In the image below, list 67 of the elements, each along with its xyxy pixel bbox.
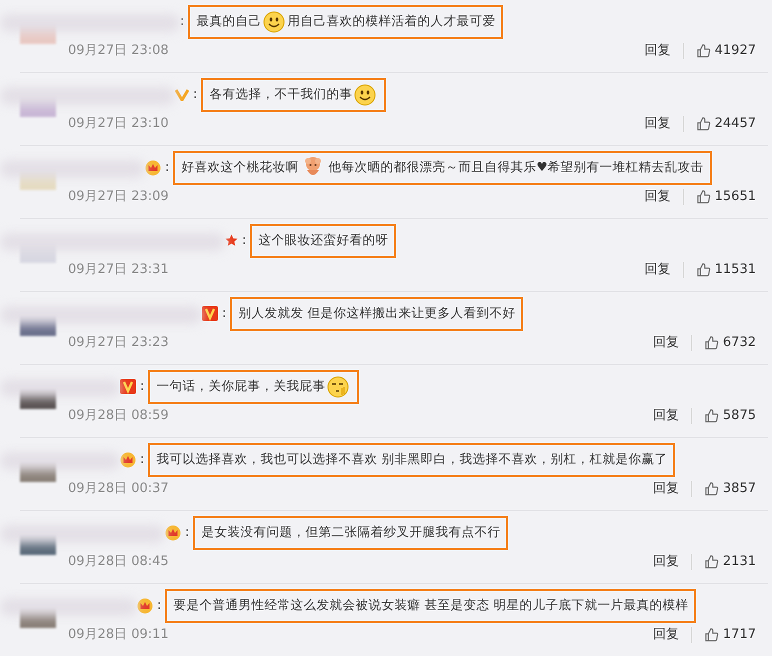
comment-text: 要是个普通男性经常这么发就会被说女装癖 甚至是变态 明星的儿子底下就一片最真的模样 <box>173 596 688 614</box>
colon: : <box>180 12 184 31</box>
colon: : <box>185 524 190 542</box>
reply-link[interactable]: 回复 <box>652 552 679 572</box>
colon: : <box>222 304 226 323</box>
smiley-icon <box>354 84 376 106</box>
reply-link[interactable]: 回复 <box>644 41 671 61</box>
smiley-icon <box>263 10 286 32</box>
crown-icon <box>137 598 153 614</box>
like-button[interactable]: 11531 <box>696 260 756 280</box>
colon: : <box>140 450 144 469</box>
thumbs-up-icon <box>704 408 719 424</box>
comment-text: 用自己喜欢的模样活着的人才最可爱 <box>287 12 496 30</box>
comment-text: 这个眼妆还蛮好看的呀 <box>258 231 388 250</box>
comment-text: 各有选择，不干我们的事 <box>209 85 352 104</box>
crown-icon <box>120 452 136 468</box>
thumbs-up-icon <box>704 554 719 570</box>
like-button[interactable]: 1717 <box>704 625 756 645</box>
colon: : <box>157 596 162 615</box>
comment-text: 别人发就发 但是你这样搬出来让更多人看到不好 <box>238 304 516 322</box>
reply-link[interactable]: 回复 <box>644 260 671 280</box>
like-button[interactable]: 24457 <box>696 114 756 134</box>
reply-link[interactable]: 回复 <box>652 625 679 645</box>
timestamp: 09月28日 08:45 <box>68 553 169 572</box>
like-button[interactable]: 6732 <box>704 333 756 353</box>
timestamp: 09月27日 23:31 <box>68 261 169 280</box>
comment-text: 他每次晒的都很漂亮～而且自得其乐♥希望别有一堆杠精去乱攻击 <box>328 158 704 176</box>
reply-link[interactable]: 回复 <box>652 479 679 499</box>
verified-icon <box>175 88 189 100</box>
timestamp: 09月27日 23:09 <box>68 188 169 206</box>
comment-text: 最真的自己 <box>196 12 262 30</box>
like-button[interactable]: 41927 <box>696 41 756 61</box>
timestamp: 09月27日 23:08 <box>68 42 169 60</box>
reply-link[interactable]: 回复 <box>644 187 671 207</box>
timestamp: 09月28日 08:59 <box>68 407 169 426</box>
crown-icon <box>165 524 181 540</box>
comment-text: 好喜欢这个桃花妆啊 <box>181 158 298 176</box>
crown-icon <box>145 160 161 176</box>
comment-text: 是女装没有问题，但第二张隔着纱叉开腿我有点不行 <box>201 523 500 542</box>
thumbs-up-icon <box>696 189 711 205</box>
like-button[interactable]: 2131 <box>704 552 756 572</box>
reply-link[interactable]: 回复 <box>652 406 679 426</box>
star-icon <box>225 234 238 247</box>
thumbs-up-icon <box>704 481 719 497</box>
like-button[interactable]: 15651 <box>696 187 756 207</box>
timestamp: 09月27日 23:23 <box>68 334 169 352</box>
thumbs-up-icon <box>704 335 719 351</box>
timestamp: 09月27日 23:10 <box>68 115 169 134</box>
timestamp: 09月28日 00:37 <box>68 480 169 498</box>
like-button[interactable]: 5875 <box>704 406 756 426</box>
thumbs-up-icon <box>696 116 711 132</box>
comment-text: 我可以选择喜欢，我也可以选择不喜欢 别非黑即白，我选择不喜欢，别杠，杠就是你赢了 <box>156 450 668 468</box>
reply-link[interactable]: 回复 <box>652 333 679 353</box>
colon: : <box>242 232 246 250</box>
colon: : <box>140 378 144 396</box>
colon: : <box>165 158 170 177</box>
face-icon <box>327 376 350 398</box>
timestamp: 09月28日 09:11 <box>68 626 169 644</box>
thumbs-up-icon <box>696 43 711 59</box>
verified-icon <box>202 306 218 321</box>
thumbs-up-icon <box>696 262 711 278</box>
verified-icon <box>120 379 136 394</box>
comment-text: 一句话，关你屁事，关我屁事 <box>156 377 326 396</box>
like-button[interactable]: 3857 <box>704 479 756 499</box>
colon: : <box>193 86 198 104</box>
thumbs-up-icon <box>704 627 719 643</box>
reply-link[interactable]: 回复 <box>644 114 671 134</box>
